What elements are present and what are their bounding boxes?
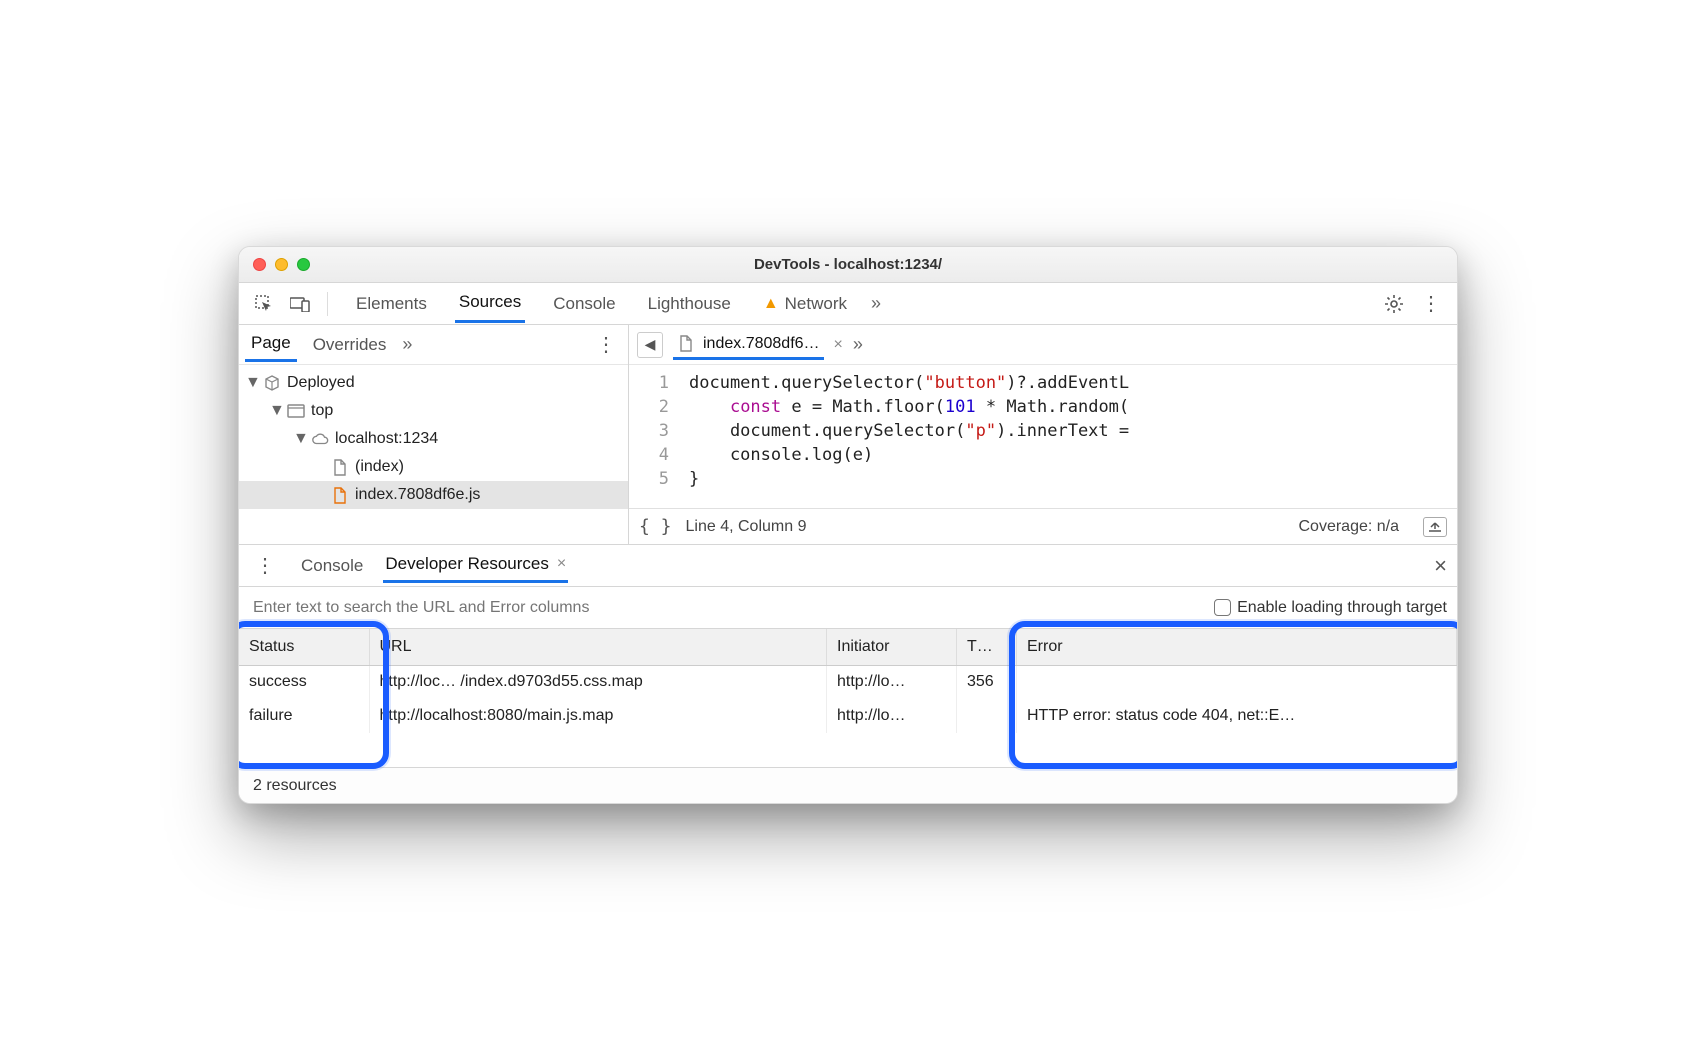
window-title: DevTools - localhost:1234/ [239,256,1457,273]
tree-root-label: Deployed [287,374,355,392]
tree-file-js[interactable]: index.7808df6e.js [239,481,628,509]
drawer-tab-console[interactable]: Console [299,550,365,582]
dev-resources-footer: 2 resources [239,767,1457,803]
navigator-pane: Page Overrides » ⋮ ▼ Deployed ▼ [239,325,629,544]
tab-network-label: Network [785,294,847,314]
table-header-row: Status URL Initiator T… Error [239,629,1457,665]
nav-tab-page[interactable]: Page [245,327,297,362]
main-tab-strip: Elements Sources Console Lighthouse ▲ Ne… [239,283,1457,325]
col-header-status[interactable]: Status [239,629,369,665]
cell-initiator: http://lo… [827,699,957,733]
tree-root[interactable]: ▼ Deployed [239,369,628,397]
cell-error [1017,665,1457,699]
editor-pane: ◀ index.7808df6… × » 12345 document.quer… [629,325,1457,544]
tab-console[interactable]: Console [549,284,619,323]
col-header-error[interactable]: Error [1017,629,1457,665]
cell-url: http://localhost:8080/main.js.map [369,699,827,733]
tab-sources[interactable]: Sources [455,284,525,323]
col-header-initiator[interactable]: Initiator [827,629,957,665]
cell-status: success [239,665,369,699]
close-drawer-icon[interactable]: × [1434,553,1447,579]
nav-more-tabs-icon[interactable]: » [402,334,412,355]
file-icon [677,335,695,353]
editor-tab-strip: ◀ index.7808df6… × » [629,325,1457,365]
file-tree: ▼ Deployed ▼ top ▼ [239,365,628,513]
resource-count: 2 resources [253,777,337,795]
inspect-icon[interactable] [249,289,279,319]
tree-top-label: top [311,402,333,420]
col-header-url[interactable]: URL [369,629,827,665]
cursor-position: Line 4, Column 9 [686,518,807,536]
cell-t [957,699,1017,733]
toggle-navigator-icon[interactable]: ◀ [637,332,663,358]
tab-network[interactable]: ▲ Network [759,284,851,323]
cell-status: failure [239,699,369,733]
editor-file-name: index.7808df6… [703,335,820,353]
more-menu-icon[interactable]: ⋮ [1415,291,1447,316]
code-content: document.querySelector("button")?.addEve… [679,365,1129,508]
tree-top[interactable]: ▼ top [239,397,628,425]
frame-icon [287,402,305,420]
settings-icon[interactable] [1379,289,1409,319]
main-tabs: Elements Sources Console Lighthouse ▲ Ne… [352,284,851,323]
dev-resources-table-wrap: Status URL Initiator T… Error success ht… [239,629,1457,767]
nav-more-menu-icon[interactable]: ⋮ [590,332,622,357]
search-input[interactable] [249,593,1202,623]
drawer-tab-dev-resources[interactable]: Developer Resources × [383,548,568,583]
cell-t: 356 [957,665,1017,699]
tree-file-label: (index) [355,458,404,476]
tree-host-label: localhost:1234 [335,430,438,448]
editor-file-tab[interactable]: index.7808df6… [673,330,824,360]
pretty-print-icon[interactable]: { } [639,516,672,537]
table-row [239,733,1457,767]
enable-loading-checkbox[interactable]: Enable loading through target [1214,599,1447,617]
cell-initiator: http://lo… [827,665,957,699]
nav-tab-overrides[interactable]: Overrides [307,329,393,361]
cell-url: http://loc… /index.d9703d55.css.map [369,665,827,699]
coverage-label: Coverage: n/a [1298,518,1399,536]
dev-resources-toolbar: Enable loading through target [239,587,1457,629]
drawer-tab-label: Developer Resources [385,554,548,574]
devtools-window: DevTools - localhost:1234/ Elements Sour… [238,246,1458,804]
divider [327,292,328,316]
cell-error: HTTP error: status code 404, net::E… [1017,699,1457,733]
tree-file-label: index.7808df6e.js [355,486,480,504]
show-drawer-icon[interactable] [1423,517,1447,537]
tree-file-index[interactable]: (index) [239,453,628,481]
editor-status-bar: { } Line 4, Column 9 Coverage: n/a [629,508,1457,544]
warning-icon: ▲ [763,295,779,313]
close-tab-icon[interactable]: × [834,336,843,354]
checkbox-icon [1214,599,1231,616]
navigator-tab-strip: Page Overrides » ⋮ [239,325,628,365]
sources-panel: Page Overrides » ⋮ ▼ Deployed ▼ [239,325,1457,545]
table-row[interactable]: success http://loc… /index.d9703d55.css.… [239,665,1457,699]
tab-elements[interactable]: Elements [352,284,431,323]
more-tabs-icon[interactable]: » [871,293,881,314]
cloud-icon [311,430,329,448]
file-icon [331,486,349,504]
editor-more-tabs-icon[interactable]: » [853,334,863,355]
close-tab-icon[interactable]: × [557,555,566,573]
tab-lighthouse[interactable]: Lighthouse [644,284,735,323]
tree-host[interactable]: ▼ localhost:1234 [239,425,628,453]
line-gutter: 12345 [629,365,679,508]
checkbox-label: Enable loading through target [1237,599,1447,617]
deployed-icon [263,374,281,392]
code-editor[interactable]: 12345 document.querySelector("button")?.… [629,365,1457,508]
table-row[interactable]: failure http://localhost:8080/main.js.ma… [239,699,1457,733]
titlebar: DevTools - localhost:1234/ [239,247,1457,283]
dev-resources-table: Status URL Initiator T… Error success ht… [239,629,1457,767]
drawer-tab-strip: ⋮ Console Developer Resources × × [239,545,1457,587]
device-toggle-icon[interactable] [285,289,315,319]
file-icon [331,458,349,476]
col-header-t[interactable]: T… [957,629,1017,665]
drawer-menu-icon[interactable]: ⋮ [249,553,281,578]
